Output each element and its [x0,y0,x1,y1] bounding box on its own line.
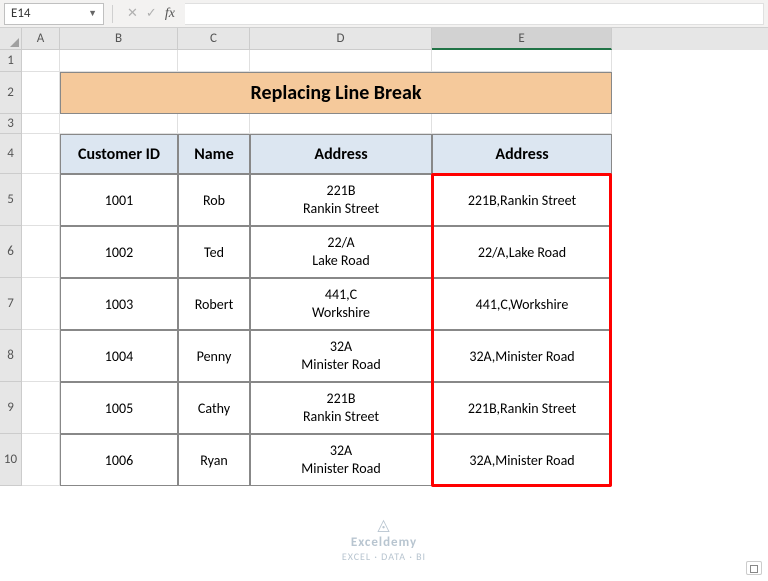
row-header-6[interactable]: 6 [0,226,22,278]
cell-id[interactable]: 1004 [60,330,178,382]
row-header-2[interactable]: 2 [0,72,22,114]
cell[interactable] [178,114,250,134]
cancel-icon: ✕ [127,6,138,21]
cell[interactable] [178,50,250,72]
header-addr2[interactable]: Address [432,134,612,174]
cell-name[interactable]: Ryan [178,434,250,486]
watermark-tag: EXCEL · DATA · BI [342,550,426,563]
cell-addr[interactable]: 221BRankin Street [250,382,432,434]
table-row: 1006 Ryan 32AMinister Road 32A,Minister … [22,434,768,486]
header-addr1[interactable]: Address [250,134,432,174]
cell-id[interactable]: 1002 [60,226,178,278]
divider [112,5,113,23]
cell[interactable] [22,72,60,114]
table-row: 1003 Robert 441,CWorkshire 441,C,Workshi… [22,278,768,330]
cell[interactable] [22,330,60,382]
cell[interactable] [22,50,60,72]
cell-addr[interactable]: 32AMinister Road [250,434,432,486]
cell-name[interactable]: Rob [178,174,250,226]
table-row: 1001 Rob 221BRankin Street 221B,Rankin S… [22,174,768,226]
cell-result[interactable]: 32A,Minister Road [432,330,612,382]
cell-result[interactable]: 22/A,Lake Road [432,226,612,278]
row-headers: 1 2 3 4 5 6 7 8 9 10 [0,50,22,486]
title-cell[interactable]: Replacing Line Break [60,72,612,114]
fx-icon[interactable]: fx [165,6,175,22]
namebox-bar: E14 ▼ ✕ ✓ fx [0,0,768,28]
row-header-10[interactable]: 10 [0,434,22,486]
row-header-5[interactable]: 5 [0,174,22,226]
table-row: 1005 Cathy 221BRankin Street 221B,Rankin… [22,382,768,434]
row-header-4[interactable]: 4 [0,134,22,174]
cell[interactable] [432,114,612,134]
cell[interactable] [432,50,612,72]
cell-result[interactable]: 221B,Rankin Street [432,174,612,226]
row-header-9[interactable]: 9 [0,382,22,434]
cell[interactable] [22,226,60,278]
cell-id[interactable]: 1006 [60,434,178,486]
cell-addr[interactable]: 221BRankin Street [250,174,432,226]
cell-result[interactable]: 32A,Minister Road [432,434,612,486]
col-header-D[interactable]: D [250,28,432,50]
watermark: ◬ Exceldemy EXCEL · DATA · BI [342,515,426,563]
cell-id[interactable]: 1003 [60,278,178,330]
cell[interactable] [22,434,60,486]
table-row: 1004 Penny 32AMinister Road 32A,Minister… [22,330,768,382]
row-header-8[interactable]: 8 [0,330,22,382]
watermark-icon: ◬ [342,515,426,535]
cell[interactable] [22,174,60,226]
cell[interactable] [60,50,178,72]
chevron-down-icon[interactable]: ▼ [88,8,97,19]
col-header-B[interactable]: B [60,28,178,50]
cell-addr[interactable]: 32AMinister Road [250,330,432,382]
cell-name[interactable]: Cathy [178,382,250,434]
col-header-E[interactable]: E [432,28,612,50]
cell-id[interactable]: 1005 [60,382,178,434]
cell-id[interactable]: 1001 [60,174,178,226]
cell-addr[interactable]: 22/ALake Road [250,226,432,278]
cell-result[interactable]: 441,C,Workshire [432,278,612,330]
formula-bar[interactable] [185,3,764,25]
cell-addr[interactable]: 441,CWorkshire [250,278,432,330]
name-box[interactable]: E14 ▼ [4,3,104,25]
cell-name[interactable]: Robert [178,278,250,330]
select-all-corner[interactable] [0,28,22,50]
formula-buttons: ✕ ✓ fx [121,6,181,22]
row-header-7[interactable]: 7 [0,278,22,330]
cell-name[interactable]: Penny [178,330,250,382]
cell[interactable] [22,134,60,174]
watermark-brand: Exceldemy [342,535,426,550]
sheet[interactable]: Replacing Line Break Customer ID Name Ad… [22,50,768,486]
cell[interactable] [22,114,60,134]
cell[interactable] [22,278,60,330]
column-headers: A B C D E [22,28,768,50]
cell[interactable] [250,114,432,134]
cell-name[interactable]: Ted [178,226,250,278]
header-name[interactable]: Name [178,134,250,174]
row-header-3[interactable]: 3 [0,114,22,134]
enter-icon: ✓ [146,6,157,21]
cell[interactable] [22,382,60,434]
row-header-1[interactable]: 1 [0,50,22,72]
col-header-A[interactable]: A [22,28,60,50]
cell-result[interactable]: 221B,Rankin Street [432,382,612,434]
grid-area: 1 2 3 4 5 6 7 8 9 10 A B C D E [0,28,768,581]
cell[interactable] [250,50,432,72]
header-id[interactable]: Customer ID [60,134,178,174]
name-box-value: E14 [11,6,31,21]
table-row: 1002 Ted 22/ALake Road 22/A,Lake Road [22,226,768,278]
cell[interactable] [60,114,178,134]
fill-handle-icon[interactable] [746,561,762,575]
col-header-C[interactable]: C [178,28,250,50]
